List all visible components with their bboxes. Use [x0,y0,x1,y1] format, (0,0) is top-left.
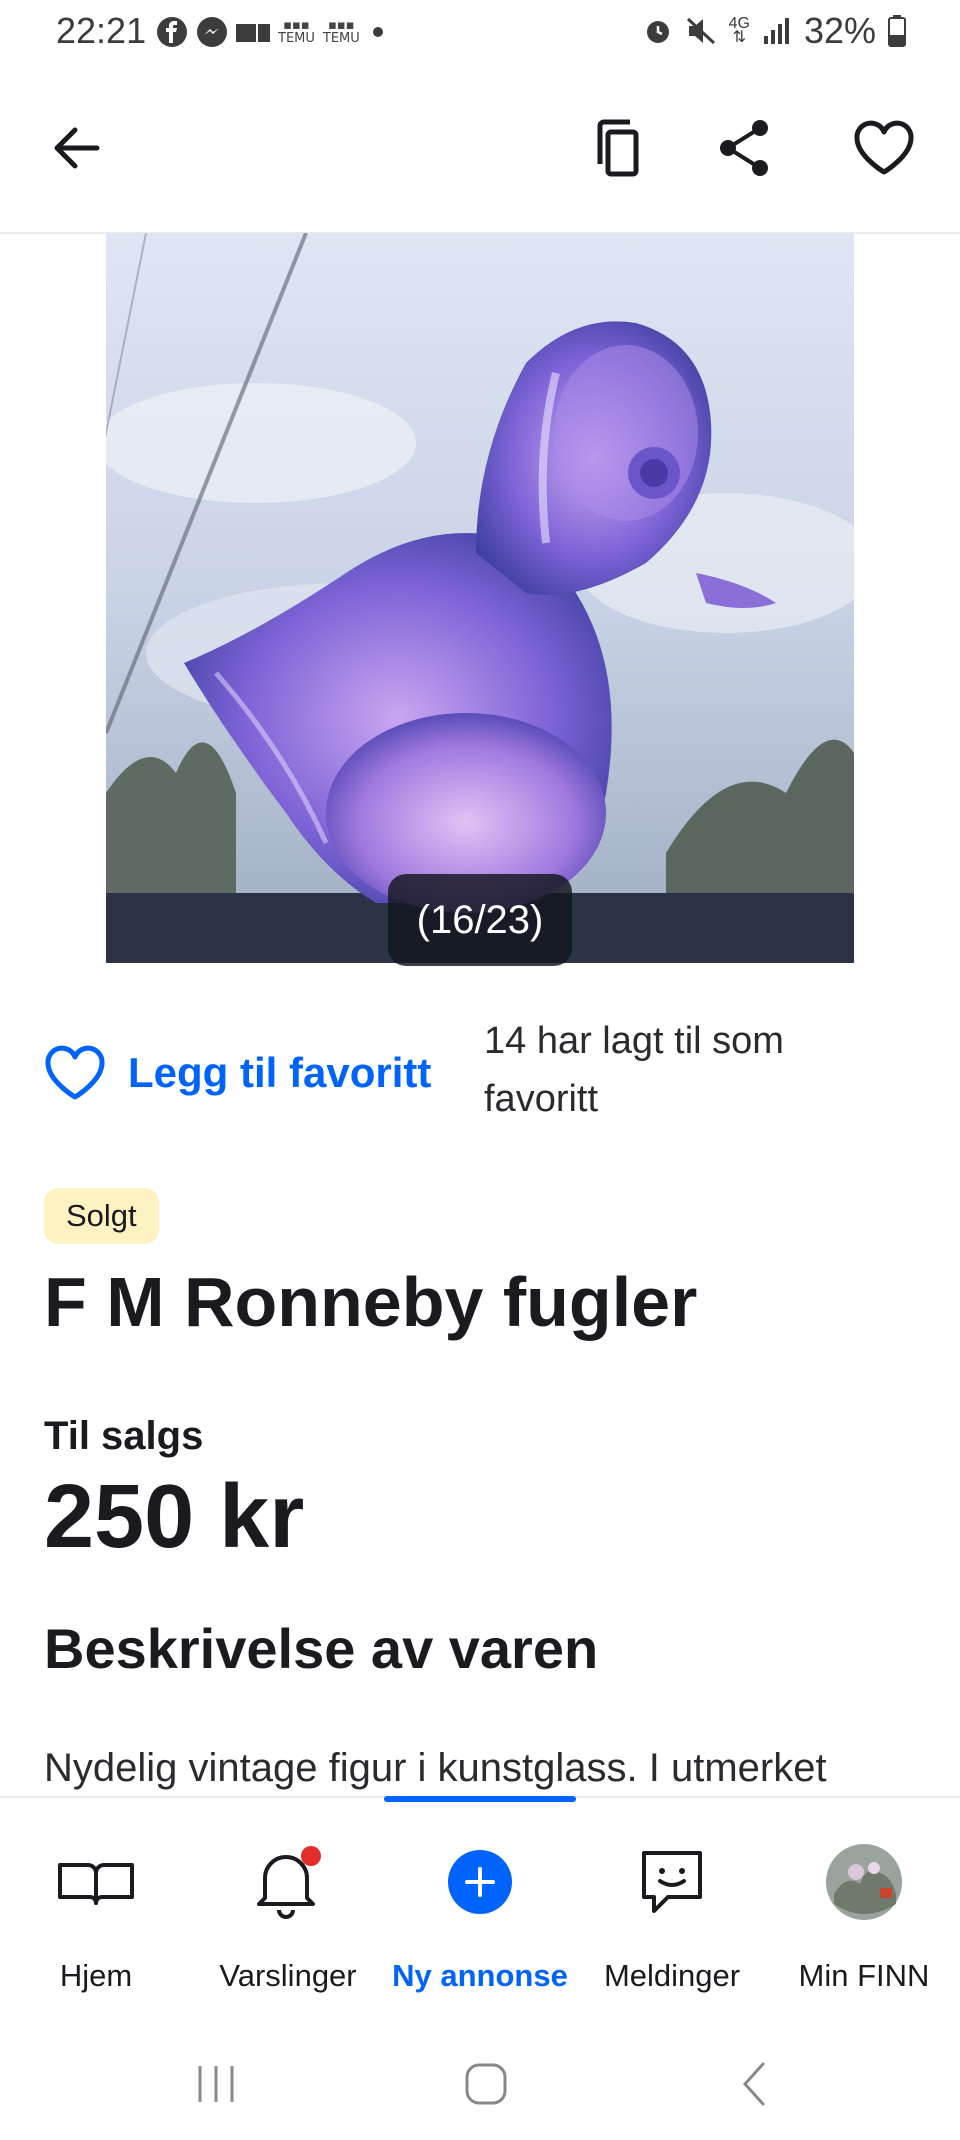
listing-title: F M Ronneby fugler [44,1263,698,1341]
plus-circle-icon [440,1842,520,1922]
add-favorite-button[interactable]: Legg til favoritt [44,1040,431,1106]
description-text: Nydelig vintage figur i kunstglass. I ut… [44,1746,827,1790]
nav-label: Min FINN [798,1958,930,1993]
heart-icon[interactable] [844,108,924,188]
nav-item-min-finn[interactable]: Min FINN [768,1798,960,2024]
glass-bird-photo [106,233,854,963]
favorite-count-text: 14 har lagt til som favoritt [484,1020,784,1120]
mute-icon [686,17,715,45]
gallery-icon [236,24,270,42]
messenger-icon [197,17,227,47]
status-bar: 22:21 ▪▪▪ TEMU ▪▪▪ TEMU 4G ⇅ 32% [0,0,960,64]
copy-icon[interactable] [576,108,656,188]
battery-percent: 32% [803,10,876,51]
system-back-icon[interactable] [714,2044,794,2124]
home-icon[interactable] [446,2044,526,2124]
facebook-icon [157,17,187,47]
bottom-navigation: Hjem Varslinger Ny annonse Meldinger Min… [0,1796,960,2024]
more-notifications-icon [372,27,383,37]
battery-icon [888,15,906,47]
listing-price: 250 kr [44,1467,305,1567]
temu-icon: ▪▪▪ TEMU [322,18,360,46]
nav-label: Varslinger [219,1958,357,1993]
app-bar [0,64,960,234]
network-icon: 4G ⇅ [728,15,750,46]
description-heading: Beskrivelse av varen [44,1617,599,1680]
status-time: 22:21 [56,10,147,51]
nav-label: Hjem [59,1958,133,1993]
system-navigation-bar [0,2022,960,2140]
nav-item-hjem[interactable]: Hjem [0,1798,192,2024]
nav-item-varslinger[interactable]: Varslinger [192,1798,384,2024]
avatar [824,1842,904,1922]
bell-icon [248,1842,328,1922]
chat-icon [632,1842,712,1922]
nav-item-ny-annonse[interactable]: Ny annonse [384,1798,576,2024]
nav-label: Meldinger [603,1958,741,1993]
listing-photo[interactable] [106,233,854,963]
heart-outline-icon [45,1045,105,1100]
notification-dot [301,1846,321,1866]
active-tab-indicator [384,1796,576,1802]
image-counter: (16/23) [388,874,572,966]
status-right: 4G ⇅ 32% [643,10,906,52]
back-arrow-icon[interactable] [36,108,116,188]
book-icon [56,1842,136,1922]
notification-icons: ▪▪▪ TEMU ▪▪▪ TEMU [156,14,388,50]
share-icon[interactable] [704,108,784,188]
nav-item-meldinger[interactable]: Meldinger [576,1798,768,2024]
sale-type-label: Til salgs [44,1414,204,1458]
recent-apps-icon[interactable] [176,2044,256,2124]
nav-label: Ny annonse [392,1958,568,1993]
add-favorite-label: Legg til favoritt [128,1049,432,1096]
temu-icon: ▪▪▪ TEMU [278,18,315,46]
signal-icon [763,18,789,44]
status-badge: Solgt [44,1188,159,1244]
alarm-icon [646,21,669,43]
